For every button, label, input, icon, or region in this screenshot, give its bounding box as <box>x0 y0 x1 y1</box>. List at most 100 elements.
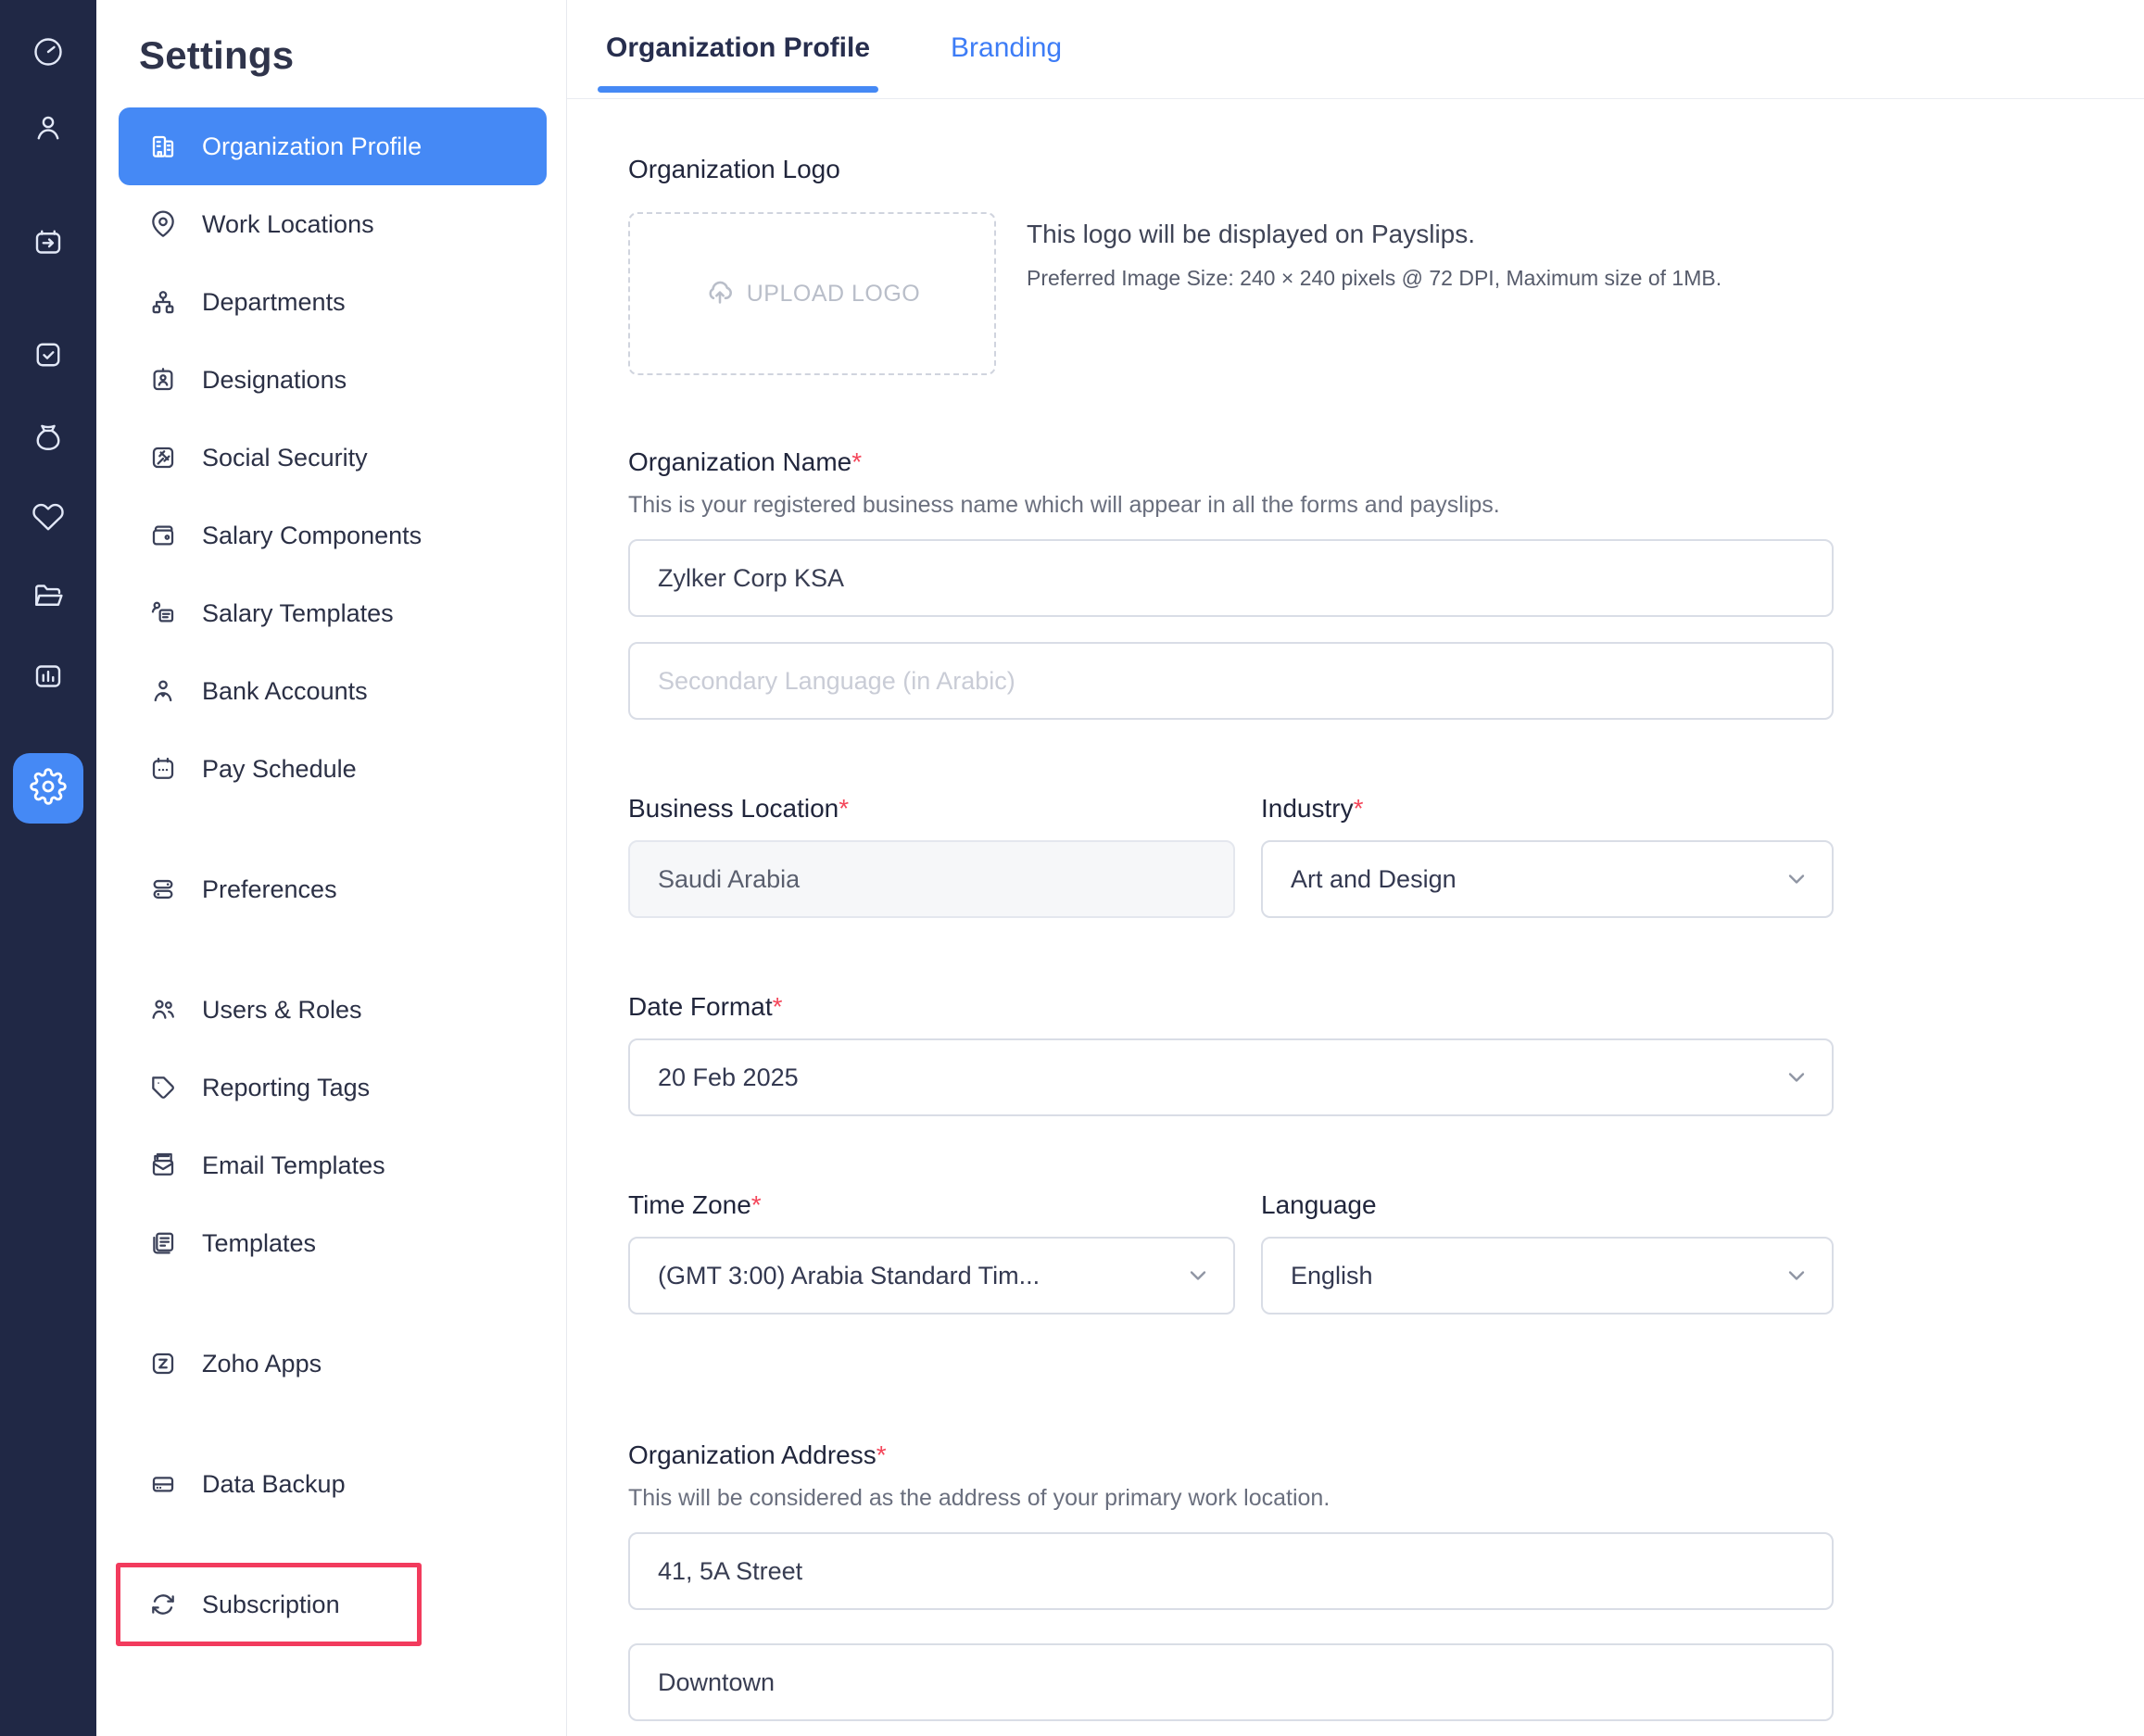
nav-item-designations[interactable]: Designations <box>119 341 547 419</box>
nav-item-organization-profile[interactable]: Organization Profile <box>119 107 547 185</box>
nav-item-work-locations[interactable]: Work Locations <box>119 185 547 263</box>
chevron-down-icon <box>1784 866 1810 892</box>
business-location-value: Saudi Arabia <box>658 865 1211 894</box>
address-line1-input[interactable] <box>628 1532 1834 1610</box>
nav-item-label: Departments <box>202 288 346 317</box>
industry-select[interactable]: Art and Design <box>1261 840 1834 918</box>
settings-title: Settings <box>139 33 566 78</box>
organization-name-helper: This is your registered business name wh… <box>628 492 1834 519</box>
app-rail <box>0 0 96 1736</box>
industry-group: Industry* Art and Design <box>1261 794 1834 918</box>
date-format-label: Date Format* <box>628 992 1834 1022</box>
logo-section: UPLOAD LOGO This logo will be displayed … <box>628 212 1834 375</box>
date-format-value: 20 Feb 2025 <box>658 1063 1784 1092</box>
language-value: English <box>1291 1262 1784 1290</box>
chevron-down-icon <box>1784 1263 1810 1289</box>
nav-item-templates[interactable]: Templates <box>119 1204 547 1282</box>
tab-label: Branding <box>951 32 1062 63</box>
nav-item-subscription[interactable]: Subscription <box>119 1566 547 1643</box>
organization-name-input[interactable] <box>628 539 1834 617</box>
nav-item-salary-components[interactable]: Salary Components <box>119 497 547 574</box>
tab-bar: Organization Profile Branding <box>567 0 2144 99</box>
employees-icon[interactable] <box>32 111 65 145</box>
address-line2-input[interactable] <box>628 1643 1834 1721</box>
label-text: Organization Name <box>628 447 851 476</box>
nav-item-pay-schedule[interactable]: Pay Schedule <box>119 730 547 808</box>
nav-item-reporting-tags[interactable]: Reporting Tags <box>119 1049 547 1126</box>
organization-icon <box>148 132 178 161</box>
nav-item-label: Salary Components <box>202 522 422 550</box>
nav-item-label: Data Backup <box>202 1470 346 1499</box>
nav-item-email-templates[interactable]: Email Templates <box>119 1126 547 1204</box>
required-asterisk: * <box>839 794 849 823</box>
tab-organization-profile[interactable]: Organization Profile <box>606 16 870 92</box>
approvals-icon[interactable] <box>32 338 65 371</box>
organization-profile-form: Organization Logo UPLOAD LOGO This logo … <box>567 99 2144 1736</box>
gavel-icon <box>148 443 178 472</box>
wallet-icon <box>148 521 178 550</box>
benefits-icon[interactable] <box>32 499 65 533</box>
label-text: Organization Address <box>628 1440 877 1469</box>
language-select[interactable]: English <box>1261 1237 1834 1315</box>
calendar-icon <box>148 754 178 784</box>
organization-address-label: Organization Address* <box>628 1440 1834 1470</box>
nav-item-label: Pay Schedule <box>202 755 357 784</box>
tab-branding[interactable]: Branding <box>951 16 1062 92</box>
required-asterisk: * <box>851 447 862 476</box>
upload-logo-dropzone[interactable]: UPLOAD LOGO <box>628 212 996 375</box>
nav-item-zoho-apps[interactable]: Zoho Apps <box>119 1325 547 1403</box>
nav-item-departments[interactable]: Departments <box>119 263 547 341</box>
users-icon <box>148 995 178 1025</box>
nav-item-label: Salary Templates <box>202 599 394 628</box>
person-document-icon <box>148 598 178 628</box>
nav-item-salary-templates[interactable]: Salary Templates <box>119 574 547 652</box>
logo-info-line2: Preferred Image Size: 240 × 240 pixels @… <box>1027 266 1722 291</box>
nav-item-label: Work Locations <box>202 210 374 239</box>
upload-logo-label: UPLOAD LOGO <box>747 281 921 308</box>
settings-nav-button[interactable] <box>13 753 83 824</box>
nav-item-label: Social Security <box>202 444 368 472</box>
active-tab-underline <box>598 86 878 93</box>
business-location-field: Saudi Arabia <box>628 840 1235 918</box>
time-zone-value: (GMT 3:00) Arabia Standard Tim... <box>658 1262 1185 1290</box>
loans-icon[interactable] <box>32 421 65 454</box>
nav-item-social-security[interactable]: Social Security <box>119 419 547 497</box>
required-asterisk: * <box>877 1440 887 1469</box>
nav-item-label: Users & Roles <box>202 996 362 1025</box>
nav-item-label: Preferences <box>202 875 337 904</box>
stacked-documents-icon <box>148 1228 178 1258</box>
required-asterisk: * <box>1354 794 1364 823</box>
location-industry-row: Business Location* Saudi Arabia Industry… <box>628 794 1834 918</box>
chevron-down-icon <box>1784 1064 1810 1090</box>
time-zone-group: Time Zone* (GMT 3:00) Arabia Standard Ti… <box>628 1190 1235 1315</box>
map-pin-icon <box>148 209 178 239</box>
label-text: Time Zone <box>628 1190 751 1219</box>
secondary-language-input[interactable] <box>628 642 1834 720</box>
dashboard-icon[interactable] <box>32 35 65 69</box>
nav-item-label: Designations <box>202 366 347 395</box>
timezone-language-row: Time Zone* (GMT 3:00) Arabia Standard Ti… <box>628 1190 1834 1315</box>
org-name-section: Organization Name* This is your register… <box>628 447 1834 720</box>
nav-item-label: Bank Accounts <box>202 677 368 706</box>
label-text: Industry <box>1261 794 1354 823</box>
tag-icon <box>148 1073 178 1102</box>
main-content: Organization Profile Branding Organizati… <box>567 0 2144 1736</box>
nav-item-label: Zoho Apps <box>202 1350 322 1378</box>
organization-address-helper: This will be considered as the address o… <box>628 1485 1834 1512</box>
nav-item-preferences[interactable]: Preferences <box>119 850 547 928</box>
required-asterisk: * <box>773 992 783 1021</box>
date-format-select[interactable]: 20 Feb 2025 <box>628 1038 1834 1116</box>
nav-item-bank-accounts[interactable]: Bank Accounts <box>119 652 547 730</box>
pay-runs-icon[interactable] <box>32 226 65 259</box>
label-text: Business Location <box>628 794 839 823</box>
nav-item-data-backup[interactable]: Data Backup <box>119 1445 547 1523</box>
time-zone-select[interactable]: (GMT 3:00) Arabia Standard Tim... <box>628 1237 1235 1315</box>
documents-icon[interactable] <box>32 579 65 612</box>
nav-item-users-roles[interactable]: Users & Roles <box>119 971 547 1049</box>
zoho-z-icon <box>148 1349 178 1378</box>
gear-icon <box>30 768 67 810</box>
id-badge-icon <box>148 365 178 395</box>
app-window: Settings Organization Profile Work Locat… <box>0 0 2144 1736</box>
industry-label: Industry* <box>1261 794 1834 824</box>
reports-icon[interactable] <box>32 660 65 693</box>
